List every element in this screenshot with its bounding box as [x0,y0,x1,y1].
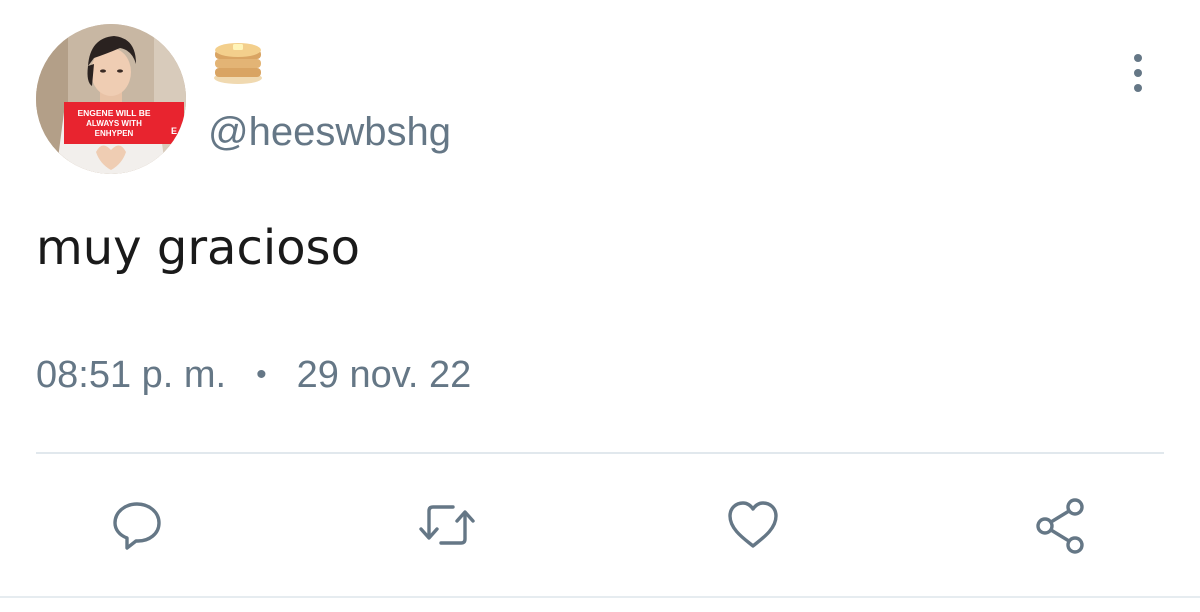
tweet-time: 08:51 p. m. [36,354,227,396]
tweet-card: ENGENE WILL BE ALWAYS WITH ENHYPEN E @he… [0,0,1200,612]
reply-icon [113,502,161,550]
user-handle[interactable]: @heeswbshg [208,108,451,156]
avatar-sign-line-1: ENGENE WILL BE [77,108,150,118]
bottom-border [0,596,1200,598]
share-button[interactable] [1026,490,1096,560]
action-bar [0,490,1200,560]
retweet-button[interactable] [412,490,482,560]
timestamp[interactable]: 08:51 p. m. • 29 nov. 22 [36,350,471,400]
like-icon [728,501,778,548]
avatar-sign-line-3: ENHYPEN [95,129,134,138]
divider [36,452,1164,454]
tweet-text: muy gracioso [36,220,360,276]
retweet-icon [419,505,475,545]
timestamp-separator: • [256,358,267,391]
tweet-date: 29 nov. 22 [296,354,472,396]
more-dot [1134,84,1142,92]
share-icon [1036,498,1084,554]
more-dot [1134,69,1142,77]
more-dot [1134,54,1142,62]
like-button[interactable] [718,490,788,560]
pancakes-emoji-icon [212,38,264,86]
avatar[interactable]: ENGENE WILL BE ALWAYS WITH ENHYPEN E [36,24,186,174]
avatar-sign-side: E [171,126,177,136]
reply-button[interactable] [102,490,172,560]
more-options-icon[interactable] [1120,50,1156,96]
avatar-sign-line-2: ALWAYS WITH [86,119,142,128]
